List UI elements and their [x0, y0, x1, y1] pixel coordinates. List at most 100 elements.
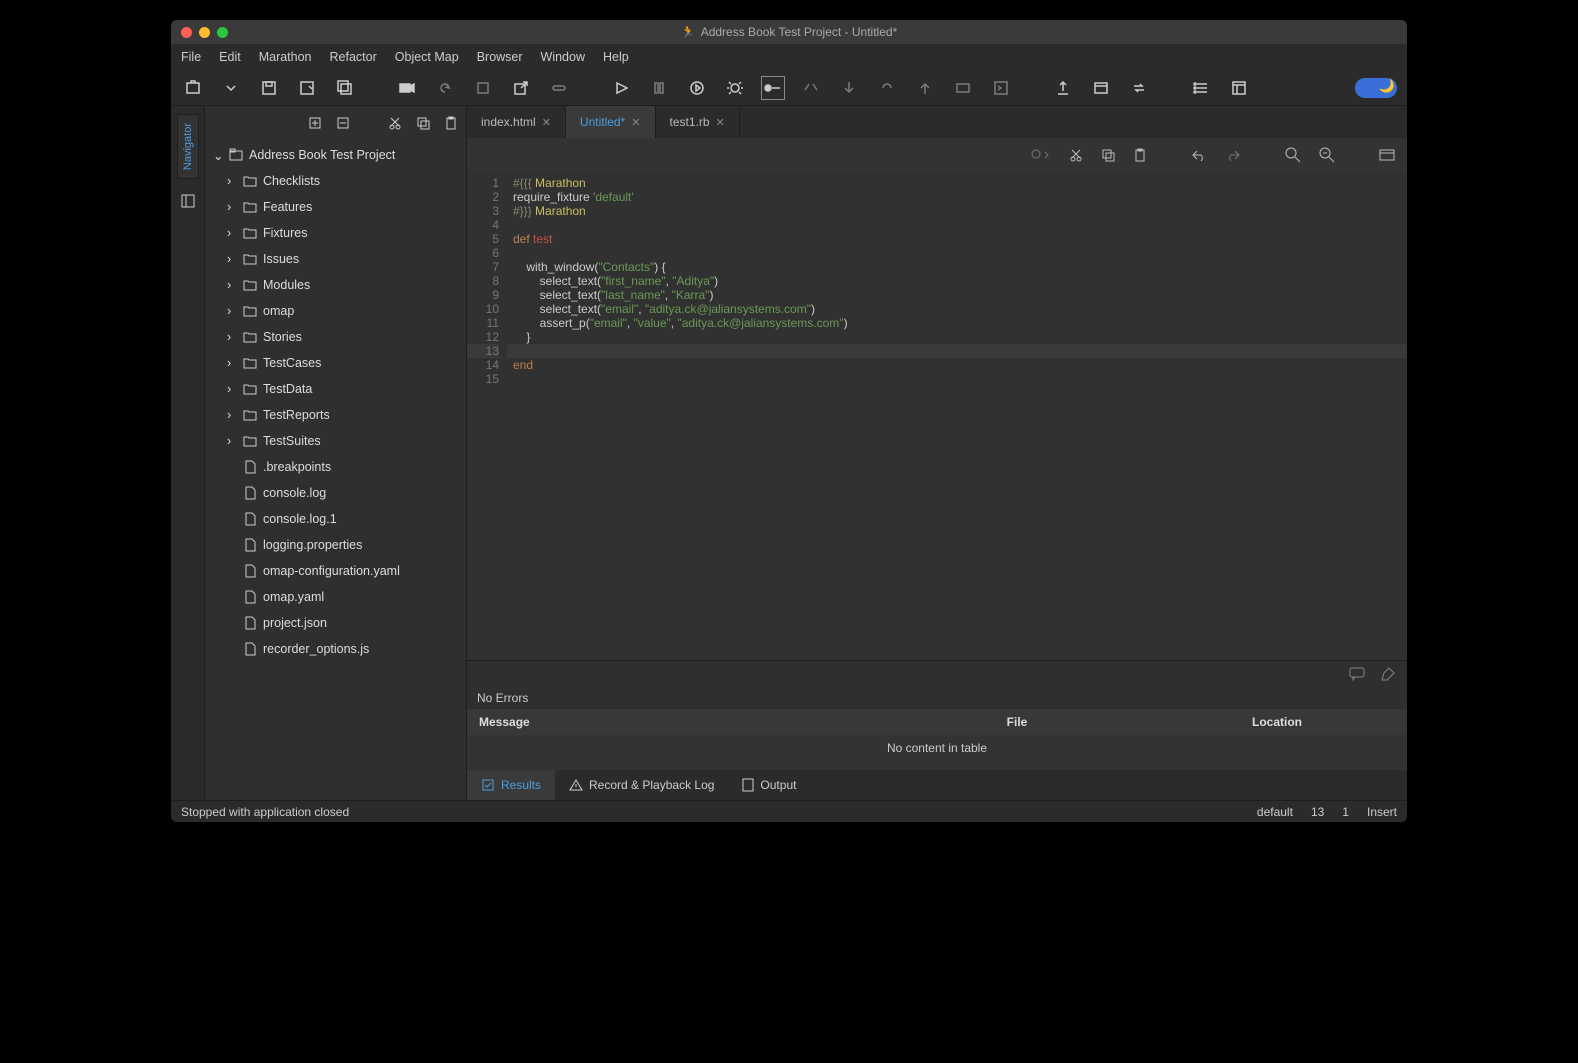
step-into-button[interactable] — [837, 76, 861, 100]
pause-button[interactable] — [647, 76, 671, 100]
tree-file[interactable]: project.json — [205, 610, 466, 636]
cut-icon[interactable] — [388, 116, 402, 130]
theme-toggle[interactable] — [1355, 78, 1397, 98]
player-console-button[interactable] — [989, 76, 1013, 100]
record-button[interactable] — [395, 76, 419, 100]
close-icon[interactable]: ✕ — [542, 116, 551, 129]
tree-item-label: project.json — [263, 616, 327, 630]
tree-folder[interactable]: ›Checklists — [205, 168, 466, 194]
tree-file[interactable]: recorder_options.js — [205, 636, 466, 662]
tree-folder[interactable]: ›omap — [205, 298, 466, 324]
tree-file[interactable]: logging.properties — [205, 532, 466, 558]
breakpoint-toggle-button[interactable] — [761, 76, 785, 100]
save-as-button[interactable] — [295, 76, 319, 100]
save-all-button[interactable] — [333, 76, 357, 100]
bottom-tab-log[interactable]: Record & Playback Log — [555, 770, 728, 800]
tree-file[interactable]: omap.yaml — [205, 584, 466, 610]
bottom-tab-output[interactable]: Output — [728, 770, 810, 800]
step-over-button[interactable] — [799, 76, 823, 100]
settings-icon[interactable] — [1379, 148, 1395, 162]
comment-icon[interactable] — [1349, 667, 1365, 681]
close-window-button[interactable] — [181, 27, 192, 38]
clear-icon[interactable] — [1381, 667, 1395, 681]
menu-window[interactable]: Window — [541, 50, 585, 64]
zoom-icon[interactable] — [1319, 147, 1335, 163]
project-tree[interactable]: ⌄ Address Book Test Project ›Checklists›… — [205, 140, 466, 800]
tree-root[interactable]: ⌄ Address Book Test Project — [205, 142, 466, 168]
code-editor[interactable]: 123456789101112131415 #{{{ Marathon requ… — [467, 172, 1407, 660]
menu-object-map[interactable]: Object Map — [395, 50, 459, 64]
paste-icon[interactable] — [444, 116, 458, 130]
collapse-all-icon[interactable] — [336, 116, 350, 130]
file-icon — [243, 460, 257, 474]
tab-test1-rb[interactable]: test1.rb✕ — [656, 106, 740, 138]
navigator-panel: ⌄ Address Book Test Project ›Checklists›… — [205, 106, 467, 800]
tree-folder[interactable]: ›Fixtures — [205, 220, 466, 246]
close-icon[interactable]: ✕ — [716, 116, 725, 129]
dropdown-button[interactable] — [219, 76, 243, 100]
redo-icon[interactable] — [1225, 148, 1241, 162]
error-summary: No Errors — [467, 687, 1407, 709]
file-icon — [243, 642, 257, 656]
menu-edit[interactable]: Edit — [219, 50, 241, 64]
loop-button[interactable] — [1127, 76, 1151, 100]
expand-all-icon[interactable] — [308, 116, 322, 130]
tree-file[interactable]: omap-configuration.yaml — [205, 558, 466, 584]
tab-untitled[interactable]: Untitled*✕ — [566, 106, 656, 138]
navigator-icon[interactable] — [174, 187, 202, 215]
resume-button[interactable] — [951, 76, 975, 100]
play-button[interactable] — [609, 76, 633, 100]
menu-marathon[interactable]: Marathon — [259, 50, 312, 64]
step-return-button[interactable] — [875, 76, 899, 100]
stop-button[interactable] — [471, 76, 495, 100]
tree-folder[interactable]: ›TestReports — [205, 402, 466, 428]
debug-button[interactable] — [723, 76, 747, 100]
menu-file[interactable]: File — [181, 50, 201, 64]
status-fixture[interactable]: default — [1257, 805, 1293, 819]
paste-icon[interactable] — [1133, 148, 1147, 162]
menu-help[interactable]: Help — [603, 50, 629, 64]
side-tab-bar: Navigator — [171, 106, 205, 800]
undo-icon[interactable] — [1191, 148, 1207, 162]
open-external-button[interactable] — [509, 76, 533, 100]
menu-refactor[interactable]: Refactor — [330, 50, 377, 64]
maximize-window-button[interactable] — [217, 27, 228, 38]
copy-icon[interactable] — [1101, 148, 1115, 162]
folder-icon — [243, 382, 257, 396]
tree-folder[interactable]: ›Features — [205, 194, 466, 220]
step-out-button[interactable] — [913, 76, 937, 100]
tree-folder[interactable]: ›Issues — [205, 246, 466, 272]
tree-file[interactable]: console.log — [205, 480, 466, 506]
tree-folder[interactable]: ›Stories — [205, 324, 466, 350]
save-button[interactable] — [257, 76, 281, 100]
minimize-window-button[interactable] — [199, 27, 210, 38]
file-icon — [243, 590, 257, 604]
col-message[interactable]: Message — [467, 715, 887, 729]
tree-folder[interactable]: ›TestData — [205, 376, 466, 402]
copy-icon[interactable] — [416, 116, 430, 130]
cut-icon[interactable] — [1069, 148, 1083, 162]
menu-browser[interactable]: Browser — [477, 50, 523, 64]
search-icon[interactable] — [1285, 147, 1301, 163]
navigator-tab[interactable]: Navigator — [177, 114, 199, 179]
status-mode[interactable]: Insert — [1367, 805, 1397, 819]
layout-button[interactable] — [1227, 76, 1251, 100]
report-button[interactable] — [1089, 76, 1113, 100]
col-location[interactable]: Location — [1147, 715, 1407, 729]
tab-index-html[interactable]: index.html✕ — [467, 106, 566, 138]
col-file[interactable]: File — [887, 715, 1147, 729]
slow-play-button[interactable] — [685, 76, 709, 100]
tree-folder[interactable]: ›TestSuites — [205, 428, 466, 454]
undo-button[interactable] — [433, 76, 457, 100]
bottom-tab-results[interactable]: Results — [467, 770, 555, 800]
search-dropdown-icon[interactable] — [1031, 148, 1051, 162]
tree-file[interactable]: console.log.1 — [205, 506, 466, 532]
export-button[interactable] — [1051, 76, 1075, 100]
tree-file[interactable]: .breakpoints — [205, 454, 466, 480]
tree-folder[interactable]: ›TestCases — [205, 350, 466, 376]
tree-folder[interactable]: ›Modules — [205, 272, 466, 298]
close-icon[interactable]: ✕ — [631, 116, 640, 129]
list-button[interactable] — [1189, 76, 1213, 100]
link-button[interactable] — [547, 76, 571, 100]
new-project-button[interactable] — [181, 76, 205, 100]
